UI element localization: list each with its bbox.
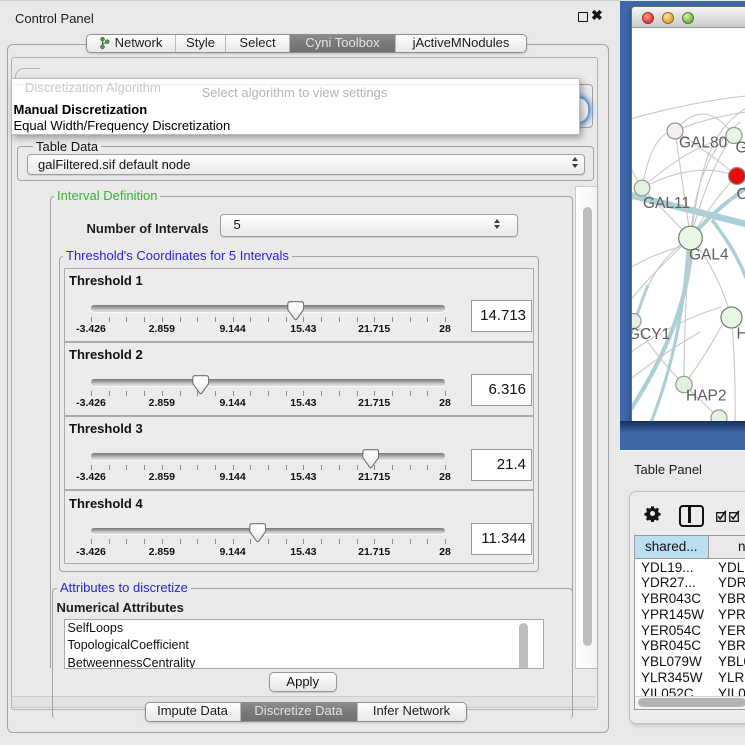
svg-text:GCY1: GCY1 <box>632 326 670 343</box>
svg-text:H: H <box>737 326 745 343</box>
svg-text:HAP2: HAP2 <box>686 388 727 405</box>
svg-text:GA: GA <box>736 140 745 157</box>
svg-text:GAL80: GAL80 <box>679 135 728 152</box>
svg-text:C: C <box>737 186 745 203</box>
svg-text:GAL4: GAL4 <box>689 247 729 264</box>
svg-text:GAL11: GAL11 <box>643 195 690 212</box>
